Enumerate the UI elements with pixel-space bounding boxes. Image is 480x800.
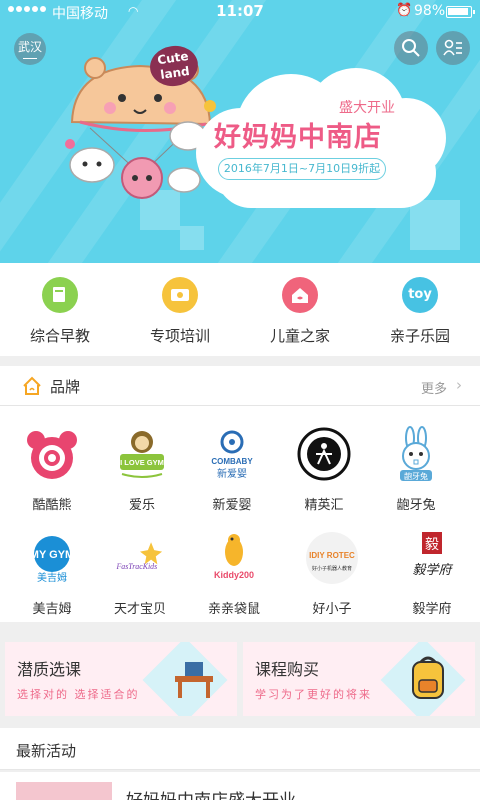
promo-subtitle: 学习为了更好的将来 — [255, 688, 372, 701]
brand-name: 龅牙兔 — [396, 498, 436, 513]
banner-date: 2016年7月1日~7月10日9折起 — [218, 158, 386, 180]
brand-item[interactable]: Kiddy200 亲亲袋鼠 — [196, 530, 272, 617]
search-button[interactable] — [394, 31, 428, 65]
house-icon — [282, 277, 318, 313]
user-menu-button[interactable] — [436, 31, 470, 65]
fastrackids-logo: FasTracKids — [110, 530, 170, 586]
brands-title: 品牌 — [50, 378, 81, 396]
brand-name: 新爱婴 — [212, 498, 252, 513]
logo-subtext: 新爱婴 — [217, 467, 247, 480]
logo-text: MY GYM — [30, 549, 74, 561]
brand-item[interactable]: 精英汇 — [286, 426, 362, 513]
brand-name: 酷酷熊 — [32, 498, 72, 513]
status-bar: 中国移动 ◠ 11:07 ⏰ 98% — [0, 0, 480, 24]
promo-title: 潜质选课 — [17, 660, 82, 679]
city-selector[interactable]: 武汉 — [14, 33, 46, 65]
category-label: 综合早教 — [29, 327, 90, 345]
category-label: 专项培训 — [149, 327, 210, 345]
promo-card-course-purchase[interactable]: 课程购买 学习为了更好的将来 — [243, 642, 475, 716]
brands-header: 品牌 更多 › — [0, 366, 480, 406]
news-thumbnail — [16, 782, 112, 800]
brand-item[interactable]: MY GYM 美吉姆 美吉姆 — [14, 530, 90, 617]
brand-item[interactable]: 毅毅学府 毅学府 — [394, 530, 470, 617]
category-label: 儿童之家 — [269, 327, 330, 345]
svg-text:毅: 毅 — [425, 536, 439, 553]
news-title: 好妈妈中南店盛大开业 — [126, 786, 296, 800]
logo-text: COMBABY — [211, 457, 253, 466]
brand-name: 亲亲袋鼠 — [207, 602, 260, 617]
battery-icon — [446, 6, 475, 18]
logo-text: IDIY ROTEC — [309, 551, 355, 560]
logo-subtext: 好小子机器人教育 — [312, 565, 352, 572]
pink-bear-logo — [22, 426, 82, 482]
latest-events-header: 最新活动 — [0, 728, 480, 770]
latest-events-title: 最新活动 — [16, 742, 77, 760]
brand-name: 天才宝贝 — [113, 602, 166, 617]
more-link[interactable]: 更多 — [421, 378, 447, 397]
banner-subtitle: 盛大开业 — [339, 100, 395, 116]
news-item[interactable]: 好妈妈中南店盛大开业 — [0, 772, 480, 800]
promo-card-course-selection[interactable]: 潜质选课 选择对的 选择适合的 — [5, 642, 237, 716]
battery-percent: 98% — [414, 3, 446, 19]
category-bar: 综合早教 专项培训 儿童之家 toy 亲子乐园 — [0, 263, 480, 356]
combaby-logo: COMBABY 新爱婴 — [202, 426, 262, 482]
brand-name: 美吉姆 — [32, 602, 72, 617]
brand-item[interactable]: FasTracKids 天才宝贝 — [102, 530, 178, 617]
category-training[interactable]: 专项培训 — [120, 277, 240, 346]
backpack-icon — [412, 656, 444, 699]
kiddy-logo: Kiddy200 — [204, 530, 264, 586]
city-label: 武汉 — [17, 40, 42, 54]
brand-item[interactable]: COMBABY 新爱婴 新爱婴 — [194, 426, 270, 513]
brands-section: 品牌 更多 › 酷酷熊 I LOVE GYM 爱乐 COMBABY 新爱婴 新爱婴… — [0, 366, 480, 622]
alarm-icon: ⏰ — [396, 3, 413, 18]
taekwondo-logo — [294, 426, 354, 482]
user-list-icon — [443, 39, 462, 56]
logo-text: Kiddy200 — [214, 570, 254, 580]
diy-robot-logo: IDIY ROTEC 好小子机器人教育 — [302, 530, 362, 586]
promo-title: 课程购买 — [255, 660, 320, 679]
promo-subtitle: 选择对的 选择适合的 — [17, 688, 140, 701]
brand-name: 爱乐 — [128, 498, 155, 513]
i-love-gym-logo: I LOVE GYM — [112, 426, 172, 482]
brand-item[interactable]: 龅牙兔 龅牙兔 — [378, 426, 454, 513]
brand-item[interactable]: IDIY ROTEC 好小子机器人教育 好小子 — [294, 530, 370, 617]
logo-text: 龅牙兔 — [404, 471, 428, 481]
brand-name: 好小子 — [312, 602, 352, 617]
logo-text: 毅学府 — [412, 562, 453, 578]
category-comprehensive[interactable]: 综合早教 — [0, 277, 120, 346]
chevron-right-icon[interactable]: › — [456, 376, 462, 394]
category-parent-child-park[interactable]: toy 亲子乐园 — [360, 277, 480, 346]
yixuefu-logo: 毅毅学府 — [402, 530, 462, 586]
category-kids-home[interactable]: 儿童之家 — [240, 277, 360, 346]
my-gym-logo: MY GYM 美吉姆 — [22, 530, 82, 586]
logo-text: FasTracKids — [115, 562, 157, 571]
category-label: 亲子乐园 — [389, 327, 450, 345]
logo-text: I LOVE GYM — [120, 458, 164, 467]
book-icon — [42, 277, 78, 313]
desk-icon — [175, 662, 213, 698]
rabbit-logo: 龅牙兔 — [386, 426, 446, 482]
home-icon — [23, 376, 41, 395]
brand-item[interactable]: 酷酷熊 — [14, 426, 90, 513]
toy-icon: toy — [402, 277, 438, 313]
ribbon-icon — [162, 277, 198, 313]
search-icon — [402, 39, 420, 57]
banner-title: 好妈妈中南店 — [214, 122, 382, 153]
brand-item[interactable]: I LOVE GYM 爱乐 — [104, 426, 180, 513]
brand-name: 精英汇 — [304, 498, 344, 513]
brand-name: 毅学府 — [412, 602, 452, 617]
logo-subtext: 美吉姆 — [37, 571, 67, 584]
